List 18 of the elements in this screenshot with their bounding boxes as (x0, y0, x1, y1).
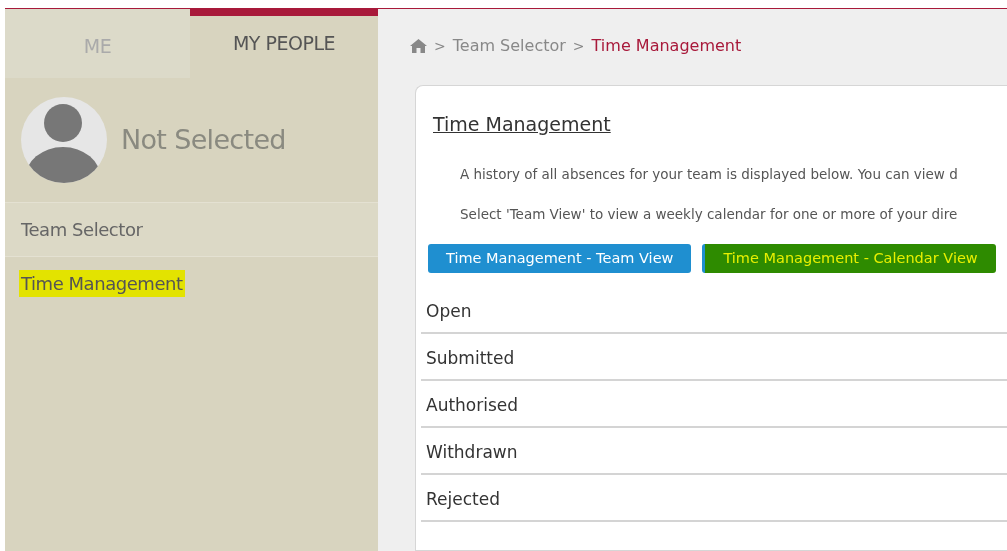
section-heading[interactable]: Rejected (426, 486, 500, 513)
section-heading[interactable]: Withdrawn (426, 439, 518, 466)
breadcrumb-separator: > (572, 36, 585, 56)
description-text: Select 'Team View' to view a weekly calendar for one or more of your dire (460, 204, 958, 224)
profile-name: Not Selected (121, 122, 286, 157)
view-button[interactable]: Time Management - Team View (428, 244, 692, 273)
section-heading[interactable]: Open (426, 298, 472, 325)
description-text: A history of all absences for your team is displayed below. You can view d (460, 164, 958, 184)
breadcrumb-separator: > (434, 36, 446, 56)
sidebar-link[interactable]: Team Selector (19, 216, 145, 243)
breadcrumb-link[interactable]: Team Selector (452, 34, 566, 58)
sidebar-link[interactable]: Time Management (19, 270, 185, 297)
home-icon[interactable] (410, 39, 427, 53)
breadcrumb-current[interactable]: Time Management (591, 34, 742, 58)
view-button[interactable]: Time Management - Calendar View (702, 244, 996, 273)
section-heading[interactable]: Authorised (426, 392, 519, 419)
section-heading[interactable]: Submitted (426, 345, 515, 372)
card-title: Time Management (433, 112, 611, 137)
